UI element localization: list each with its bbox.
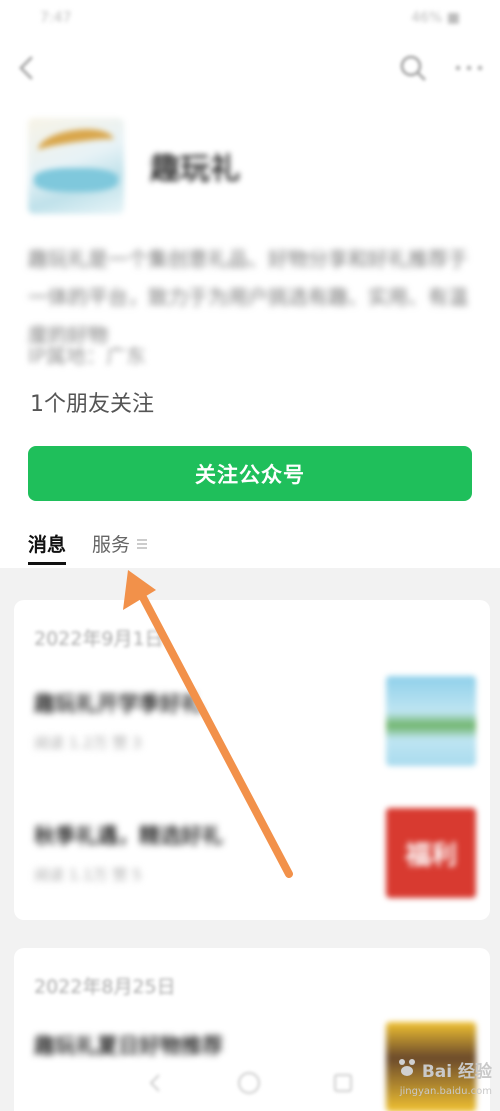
tab-messages[interactable]: 消息: [28, 530, 67, 565]
watermark-url: jingyan.baidu.com: [399, 1086, 492, 1097]
status-time: 7:47: [40, 10, 72, 26]
menu-icon: [136, 533, 148, 555]
article-item[interactable]: 秋季礼遇，精选好礼 阅读 1.1万 赞 5 福利: [34, 808, 476, 900]
article-thumbnail: 福利: [386, 808, 476, 898]
watermark-brand: Bai 经验: [421, 1062, 492, 1082]
nav-actions: [398, 53, 484, 83]
paw-icon: [396, 1056, 418, 1083]
tab-services-label: 服务: [92, 534, 131, 556]
nav-bar: [0, 40, 500, 96]
tab-services[interactable]: 服务: [92, 530, 148, 565]
article-title: 趣玩礼开学季好礼: [34, 692, 202, 716]
message-card: 2022年9月1日 趣玩礼开学季好礼 阅读 1.2万 赞 3 秋季礼遇，精选好礼…: [14, 600, 490, 920]
home-icon[interactable]: [236, 1070, 262, 1096]
article-thumbnail: [386, 676, 476, 766]
recent-apps-icon[interactable]: [331, 1071, 355, 1095]
article-title: 秋季礼遇，精选好礼: [34, 824, 223, 848]
article-meta: 阅读 1.2万 赞 3: [34, 734, 142, 752]
message-date: 2022年9月1日: [34, 628, 164, 650]
back-icon[interactable]: [145, 1072, 167, 1094]
account-intro: 趣玩礼是一个集创意礼品、好物分享和好礼推荐于一体的平台，致力于为用户挑选有趣、实…: [28, 247, 468, 347]
thumbnail-text: 福利: [404, 840, 457, 871]
account-avatar[interactable]: [28, 118, 124, 214]
article-item[interactable]: 趣玩礼开学季好礼 阅读 1.2万 赞 3: [34, 676, 476, 768]
baidu-jingyan-watermark: Bai 经验 jingyan.baidu.com: [396, 1056, 492, 1097]
status-indicators: 46% ■: [411, 10, 460, 26]
more-icon[interactable]: [454, 63, 484, 73]
account-region: IP属地：广东: [28, 344, 146, 368]
back-arrow-icon[interactable]: [16, 55, 38, 81]
tab-messages-label: 消息: [28, 534, 67, 556]
follow-button[interactable]: 关注公众号: [28, 446, 472, 501]
message-date: 2022年8月25日: [34, 976, 176, 998]
status-bar: 7:47 46% ■: [0, 0, 500, 36]
search-icon[interactable]: [398, 53, 428, 83]
article-meta: 阅读 1.1万 赞 5: [34, 866, 142, 884]
content-tabs: 消息 服务: [28, 530, 148, 565]
account-name: 趣玩礼: [150, 152, 240, 187]
account-profile: 趣玩礼: [28, 118, 240, 214]
friends-following[interactable]: 1个朋友关注: [30, 386, 154, 418]
